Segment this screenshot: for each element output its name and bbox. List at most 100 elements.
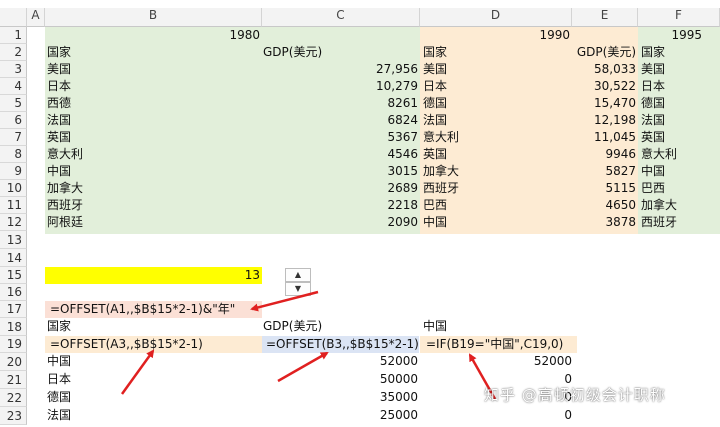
cell-f1-year[interactable]: 1995 [640, 27, 702, 44]
cell-b15-selected-index[interactable]: 13 [180, 267, 260, 284]
table-row-1995-country[interactable]: 加拿大 [641, 197, 677, 214]
table-row-1995-country[interactable]: 意大利 [641, 146, 677, 163]
cell-f2-header[interactable]: 国家 [641, 44, 665, 61]
table-row-1995-country[interactable]: 英国 [641, 129, 665, 146]
table-row-1980-country[interactable]: 英国 [47, 129, 71, 146]
row-header[interactable]: 9 [0, 163, 27, 180]
row-header[interactable]: 10 [0, 180, 27, 197]
row-header[interactable]: 6 [0, 112, 27, 129]
table-row-1990-gdp[interactable]: 12,198 [560, 112, 636, 129]
table-row-china[interactable]: 0 [500, 407, 572, 424]
table-row-1990-country[interactable]: 中国 [423, 214, 447, 231]
row-header[interactable]: 5 [0, 95, 27, 112]
column-header-a[interactable]: A [27, 8, 45, 27]
table-row-1990-gdp[interactable]: 5115 [560, 180, 636, 197]
cell-e1-year[interactable]: 1990 [500, 27, 570, 44]
table-row-1990-gdp[interactable]: 15,470 [560, 95, 636, 112]
row-header[interactable]: 22 [0, 389, 27, 407]
table-row-1980-country[interactable]: 日本 [47, 78, 71, 95]
table-row-1980-gdp[interactable]: 2090 [330, 214, 418, 231]
table-row-1990-country[interactable]: 英国 [423, 146, 447, 163]
table-row-1995-country[interactable]: 法国 [641, 112, 665, 129]
table-row-1980-country[interactable]: 法国 [47, 112, 71, 129]
table-row-gdp[interactable]: 35000 [330, 389, 418, 406]
table-row-1990-country[interactable]: 日本 [423, 78, 447, 95]
row-header[interactable]: 12 [0, 214, 27, 231]
table-row-1980-gdp[interactable]: 2689 [330, 180, 418, 197]
cell-d19-formula[interactable]: =IF(B19="中国",C19,0) [426, 336, 563, 353]
row-header[interactable]: 18 [0, 318, 27, 336]
row-header[interactable]: 16 [0, 284, 27, 301]
cell-b19-formula[interactable]: =OFFSET(A3,,$B$15*2-1) [50, 336, 203, 353]
row-header[interactable]: 14 [0, 249, 27, 267]
row-header[interactable]: 20 [0, 353, 27, 371]
table-row-1990-gdp[interactable]: 5827 [560, 163, 636, 180]
row-header[interactable]: 8 [0, 146, 27, 163]
table-row-1995-country[interactable]: 西班牙 [641, 214, 677, 231]
table-row-1980-gdp[interactable]: 8261 [330, 95, 418, 112]
table-row-1990-gdp[interactable]: 3878 [560, 214, 636, 231]
table-row-1980-gdp[interactable]: 6824 [330, 112, 418, 129]
table-row-1990-gdp[interactable]: 11,045 [560, 129, 636, 146]
column-header-f[interactable]: F [638, 8, 720, 27]
table-row-1990-country[interactable]: 德国 [423, 95, 447, 112]
row-header[interactable]: 4 [0, 78, 27, 95]
cell-b2-header[interactable]: 国家 [47, 44, 71, 61]
table-row-1980-country[interactable]: 西班牙 [47, 197, 83, 214]
table-row-1990-gdp[interactable]: 9946 [560, 146, 636, 163]
row-header[interactable]: 3 [0, 61, 27, 78]
cell-c19-formula[interactable]: =OFFSET(B3,,$B$15*2-1) [266, 336, 419, 353]
row-header[interactable]: 11 [0, 197, 27, 214]
column-header-b[interactable]: B [45, 8, 262, 27]
table-row-gdp[interactable]: 52000 [330, 353, 418, 370]
table-row-1980-country[interactable]: 意大利 [47, 146, 83, 163]
table-row-1995-country[interactable]: 巴西 [641, 180, 665, 197]
corner-select-all[interactable] [0, 8, 27, 27]
table-row-1980-gdp[interactable]: 5367 [330, 129, 418, 146]
table-row-1980-gdp[interactable]: 2218 [330, 197, 418, 214]
row-header[interactable]: 7 [0, 129, 27, 146]
table-row-1990-country[interactable]: 意大利 [423, 129, 459, 146]
row-header[interactable]: 23 [0, 407, 27, 425]
table-row-china[interactable]: 52000 [500, 353, 572, 370]
row-header[interactable]: 17 [0, 301, 27, 318]
table-row-country[interactable]: 法国 [47, 407, 71, 424]
table-row-1990-country[interactable]: 巴西 [423, 197, 447, 214]
column-header-c[interactable]: C [262, 8, 420, 27]
column-header-e[interactable]: E [572, 8, 638, 27]
cell-c1-year[interactable]: 1980 [190, 27, 260, 44]
table-row-1980-gdp[interactable]: 10,279 [330, 78, 418, 95]
table-row-country[interactable]: 中国 [47, 353, 71, 370]
spin-up-button[interactable]: ▲ [285, 268, 311, 282]
spin-down-button[interactable]: ▼ [285, 282, 311, 296]
cell-d18-header[interactable]: 中国 [423, 318, 447, 335]
table-row-1990-country[interactable]: 西班牙 [423, 180, 459, 197]
table-row-1980-country[interactable]: 加拿大 [47, 180, 83, 197]
row-header[interactable]: 21 [0, 371, 27, 389]
cell-d2-header[interactable]: 国家 [423, 44, 447, 61]
table-row-1980-country[interactable]: 阿根廷 [47, 214, 83, 231]
table-row-1990-country[interactable]: 美国 [423, 61, 447, 78]
row-header[interactable]: 15 [0, 267, 27, 284]
cell-e2-header[interactable]: GDP(美元) [560, 44, 636, 61]
table-row-gdp[interactable]: 25000 [330, 407, 418, 424]
row-header[interactable]: 13 [0, 231, 27, 249]
row-header[interactable]: 1 [0, 27, 27, 44]
row-header[interactable]: 19 [0, 336, 27, 353]
table-row-country[interactable]: 德国 [47, 389, 71, 406]
table-row-1995-country[interactable]: 日本 [641, 78, 665, 95]
row-header[interactable]: 2 [0, 44, 27, 61]
table-row-gdp[interactable]: 50000 [330, 371, 418, 388]
cell-c18-header[interactable]: GDP(美元) [263, 318, 322, 335]
table-row-1995-country[interactable]: 美国 [641, 61, 665, 78]
table-row-1990-gdp[interactable]: 30,522 [560, 78, 636, 95]
table-row-1995-country[interactable]: 德国 [641, 95, 665, 112]
table-row-1990-gdp[interactable]: 58,033 [560, 61, 636, 78]
cell-b18-header[interactable]: 国家 [47, 318, 71, 335]
table-row-1990-country[interactable]: 法国 [423, 112, 447, 129]
cell-c2-header[interactable]: GDP(美元) [263, 44, 322, 61]
column-header-d[interactable]: D [420, 8, 572, 27]
table-row-1995-country[interactable]: 中国 [641, 163, 665, 180]
table-row-1980-gdp[interactable]: 27,956 [330, 61, 418, 78]
table-row-1980-gdp[interactable]: 3015 [330, 163, 418, 180]
